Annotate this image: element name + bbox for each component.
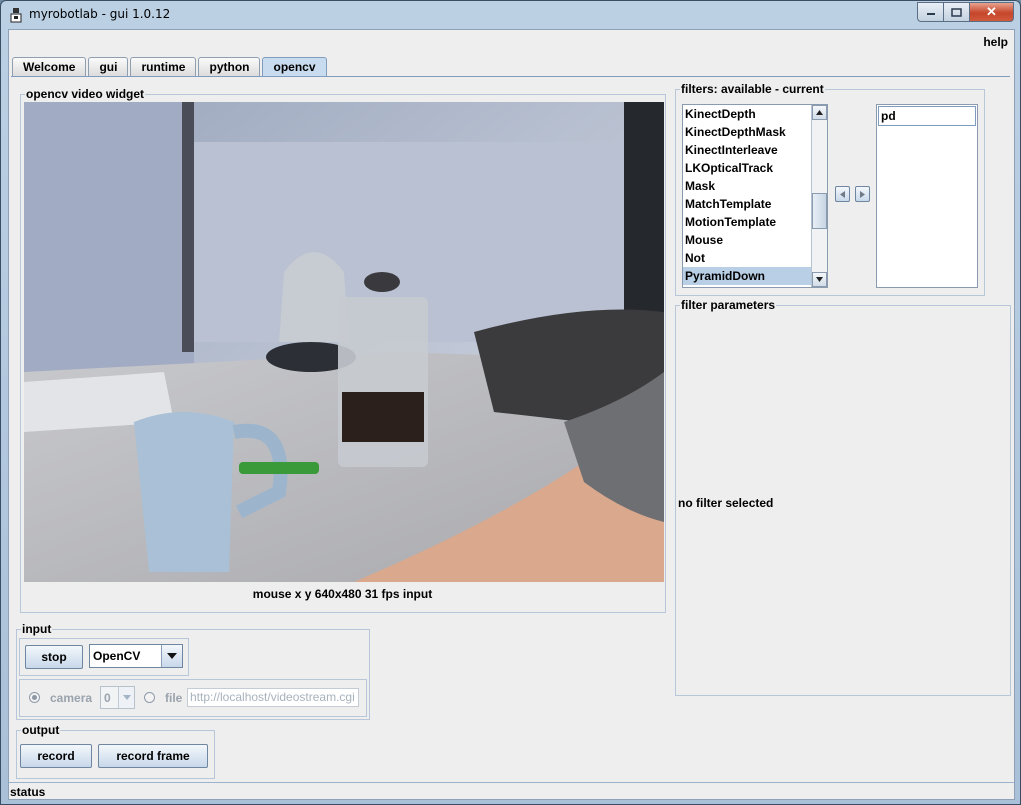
list-item[interactable]: pd [878, 106, 976, 126]
list-item[interactable]: KinectInterleave [683, 141, 827, 159]
close-icon: ✕ [986, 4, 997, 19]
scroll-thumb[interactable] [812, 193, 827, 229]
minimize-icon [926, 13, 935, 15]
current-filters-list[interactable]: pd [876, 104, 978, 288]
tab-python[interactable]: python [198, 57, 261, 76]
add-filter-button[interactable] [855, 186, 870, 202]
list-item[interactable]: LKOpticalTrack [683, 159, 827, 177]
list-item[interactable]: Mask [683, 177, 827, 195]
remove-filter-button[interactable] [835, 186, 850, 202]
tab-opencv[interactable]: opencv [262, 57, 327, 76]
record-button[interactable]: record [20, 744, 92, 768]
input-group: input stop OpenCV camera 0 file http://l… [16, 622, 370, 720]
video-widget-title: opencv video widget [25, 87, 146, 101]
tab-strip: Welcome gui runtime python opencv [12, 57, 329, 77]
video-status-caption: mouse x y 640x480 31 fps input [252, 587, 433, 601]
camera-dropdown-button[interactable] [118, 687, 134, 708]
dropdown-button[interactable] [161, 645, 182, 667]
video-widget-group: opencv video widget mouse x y 640x480 31… [20, 87, 666, 613]
robot-app-icon [10, 8, 22, 23]
chevron-down-icon [122, 695, 131, 700]
camera-index-select[interactable]: 0 [100, 686, 135, 709]
file-label: file [165, 691, 183, 705]
list-item-selected[interactable]: PyramidDown [683, 267, 827, 285]
status-bar: status [9, 782, 1014, 799]
video-frame[interactable] [24, 102, 664, 582]
available-filters-list[interactable]: KinectDepth KinectDepthMask KinectInterl… [682, 104, 828, 288]
minimize-button[interactable] [917, 2, 944, 22]
stop-button[interactable]: stop [25, 645, 83, 669]
status-label: status [10, 785, 46, 799]
filter-parameters-group: filter parameters no filter selected [675, 298, 1011, 696]
no-filter-message: no filter selected [678, 496, 774, 510]
list-item[interactable]: KinectDepth [683, 105, 827, 123]
file-radio[interactable] [144, 692, 155, 703]
camera-label: camera [50, 691, 93, 705]
title-bar[interactable]: myrobotlab - gui 1.0.12 ✕ [1, 1, 1020, 29]
filters-group: filters: available - current KinectDepth… [675, 82, 985, 296]
available-filters-scrollbar[interactable] [811, 105, 827, 287]
client-area: help Welcome gui runtime python opencv o… [8, 29, 1015, 800]
filters-title: filters: available - current [680, 82, 825, 96]
chevron-down-icon [167, 653, 177, 659]
app-window: myrobotlab - gui 1.0.12 ✕ help Welcome g… [0, 0, 1021, 805]
file-url-input[interactable]: http://localhost/videostream.cgi [187, 688, 359, 707]
tab-welcome[interactable]: Welcome [12, 57, 87, 76]
record-frame-button[interactable]: record frame [98, 744, 208, 768]
list-item[interactable]: KinectDepthMask [683, 123, 827, 141]
list-item[interactable]: Not [683, 249, 827, 267]
filter-parameters-title: filter parameters [680, 298, 777, 312]
maximize-button[interactable] [944, 2, 970, 22]
help-menu[interactable]: help [983, 35, 1008, 49]
list-item[interactable]: Mouse [683, 231, 827, 249]
input-controls-box: stop OpenCV [19, 638, 189, 676]
input-source-value: OpenCV [93, 649, 141, 663]
list-item[interactable]: MotionTemplate [683, 213, 827, 231]
source-options-box: camera 0 file http://localhost/videostre… [19, 679, 367, 717]
maximize-icon [951, 7, 962, 17]
opencv-panel: opencv video widget mouse x y 640x480 31… [11, 76, 1011, 781]
camera-radio[interactable] [29, 692, 40, 703]
output-group: output record record frame [16, 723, 215, 779]
camera-index-value: 0 [104, 691, 111, 705]
scroll-down-button[interactable] [812, 272, 827, 287]
arrow-right-icon [860, 190, 865, 198]
menu-bar: help [9, 30, 1014, 54]
tab-runtime[interactable]: runtime [130, 57, 197, 76]
close-button[interactable]: ✕ [970, 2, 1014, 22]
arrow-left-icon [840, 190, 845, 198]
input-title: input [21, 622, 53, 636]
output-title: output [21, 723, 61, 737]
window-title: myrobotlab - gui 1.0.12 [29, 7, 171, 21]
tab-gui[interactable]: gui [88, 57, 129, 76]
arrow-up-icon [816, 110, 823, 115]
scroll-up-button[interactable] [812, 105, 827, 120]
input-source-select[interactable]: OpenCV [89, 644, 183, 668]
list-item[interactable]: MatchTemplate [683, 195, 827, 213]
arrow-down-icon [816, 277, 823, 282]
